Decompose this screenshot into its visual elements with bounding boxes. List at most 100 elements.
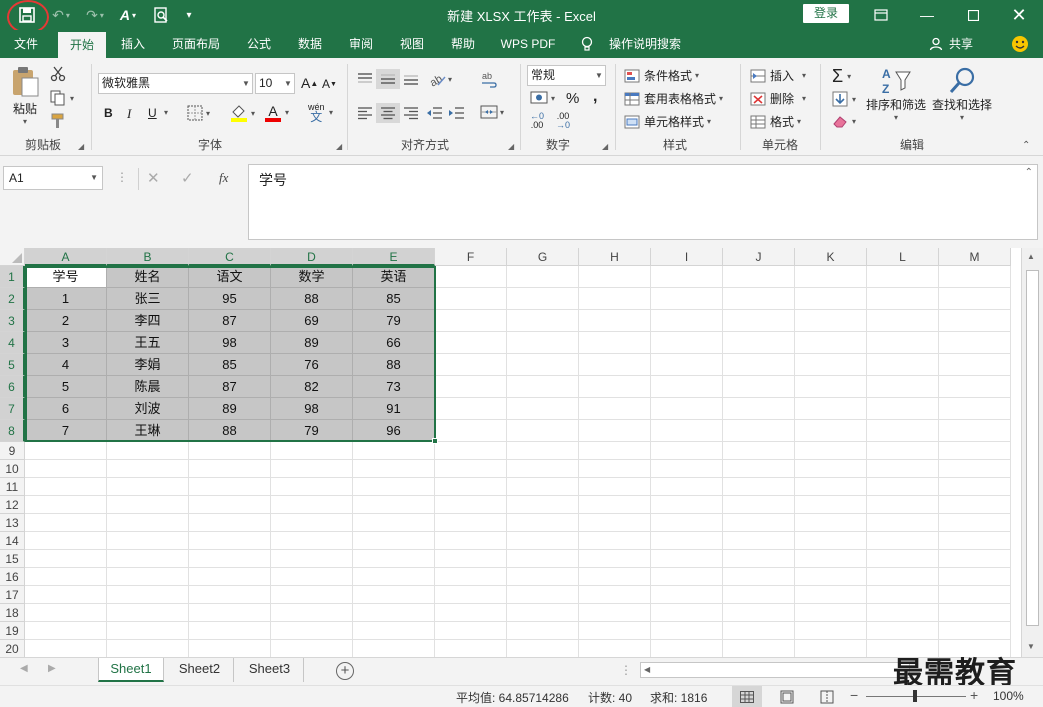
row-header[interactable]: 19: [0, 622, 25, 640]
cell-a7[interactable]: 6: [25, 398, 107, 420]
number-format-dropdown[interactable]: 常规 ▼: [527, 65, 606, 86]
tab-help[interactable]: 帮助: [442, 30, 484, 58]
cell-styles-button[interactable]: 单元格样式 ▾: [624, 113, 711, 130]
cell-k16[interactable]: [795, 568, 867, 586]
font-launcher-icon[interactable]: ◢: [336, 142, 342, 151]
cell-j7[interactable]: [723, 398, 795, 420]
cell-m11[interactable]: [939, 478, 1011, 496]
row-header[interactable]: 4: [0, 332, 25, 354]
cell-b7[interactable]: 刘波: [107, 398, 189, 420]
column-header-d[interactable]: D: [271, 248, 353, 266]
cell-e3[interactable]: 79: [353, 310, 435, 332]
row-header[interactable]: 18: [0, 604, 25, 622]
cell-d14[interactable]: [271, 532, 353, 550]
column-header-l[interactable]: L: [867, 248, 939, 266]
insert-function-icon[interactable]: fx: [219, 170, 228, 186]
cell-d8[interactable]: 79: [271, 420, 353, 442]
cell-g2[interactable]: [507, 288, 579, 310]
cell-a11[interactable]: [25, 478, 107, 496]
cell-d17[interactable]: [271, 586, 353, 604]
cell-l4[interactable]: [867, 332, 939, 354]
cell-c16[interactable]: [189, 568, 271, 586]
tab-wps-pdf[interactable]: WPS PDF: [494, 30, 562, 58]
cell-d4[interactable]: 89: [271, 332, 353, 354]
page-layout-view-icon[interactable]: [780, 690, 794, 707]
cell-k11[interactable]: [795, 478, 867, 496]
scroll-down-icon[interactable]: ▼: [1027, 642, 1035, 651]
cell-j4[interactable]: [723, 332, 795, 354]
cell-h1[interactable]: [579, 266, 651, 288]
align-middle-icon[interactable]: [376, 69, 400, 89]
cell-i7[interactable]: [651, 398, 723, 420]
cell-f18[interactable]: [435, 604, 507, 622]
font-color-dropdown-icon[interactable]: ▾: [285, 108, 289, 117]
cell-i13[interactable]: [651, 514, 723, 532]
cell-j2[interactable]: [723, 288, 795, 310]
cell-g14[interactable]: [507, 532, 579, 550]
cell-m19[interactable]: [939, 622, 1011, 640]
cell-i12[interactable]: [651, 496, 723, 514]
cell-g1[interactable]: [507, 266, 579, 288]
maximize-icon[interactable]: [950, 0, 996, 30]
cell-l7[interactable]: [867, 398, 939, 420]
cell-d5[interactable]: 76: [271, 354, 353, 376]
cell-a5[interactable]: 4: [25, 354, 107, 376]
clipboard-launcher-icon[interactable]: ◢: [78, 142, 84, 151]
cell-b18[interactable]: [107, 604, 189, 622]
scroll-sheets-right-icon[interactable]: ▶: [48, 663, 56, 674]
cell-a17[interactable]: [25, 586, 107, 604]
column-header-b[interactable]: B: [107, 248, 189, 266]
cell-i1[interactable]: [651, 266, 723, 288]
tab-formulas[interactable]: 公式: [238, 30, 280, 58]
cell-f11[interactable]: [435, 478, 507, 496]
align-right-icon[interactable]: [402, 106, 420, 120]
cell-i17[interactable]: [651, 586, 723, 604]
close-icon[interactable]: ✕: [996, 0, 1042, 30]
cell-g7[interactable]: [507, 398, 579, 420]
tab-file[interactable]: 文件: [0, 30, 52, 58]
row-header[interactable]: 11: [0, 478, 25, 496]
cell-k9[interactable]: [795, 442, 867, 460]
cell-a19[interactable]: [25, 622, 107, 640]
row-header[interactable]: 8: [0, 420, 25, 442]
cell-k1[interactable]: [795, 266, 867, 288]
tab-insert[interactable]: 插入: [112, 30, 154, 58]
column-header-i[interactable]: I: [651, 248, 723, 266]
cell-c2[interactable]: 95: [189, 288, 271, 310]
vertical-scrollbar[interactable]: ▲ ▼: [1021, 248, 1043, 657]
cell-m13[interactable]: [939, 514, 1011, 532]
cell-f5[interactable]: [435, 354, 507, 376]
cell-i6[interactable]: [651, 376, 723, 398]
cell-d15[interactable]: [271, 550, 353, 568]
cell-i11[interactable]: [651, 478, 723, 496]
cell-l12[interactable]: [867, 496, 939, 514]
cell-k7[interactable]: [795, 398, 867, 420]
cell-m4[interactable]: [939, 332, 1011, 354]
cell-g13[interactable]: [507, 514, 579, 532]
vertical-scroll-thumb[interactable]: [1026, 270, 1039, 626]
cell-h3[interactable]: [579, 310, 651, 332]
cell-k8[interactable]: [795, 420, 867, 442]
cell-f10[interactable]: [435, 460, 507, 478]
cell-b20[interactable]: [107, 640, 189, 657]
cell-k2[interactable]: [795, 288, 867, 310]
row-header[interactable]: 2: [0, 288, 25, 310]
cell-l8[interactable]: [867, 420, 939, 442]
cell-j8[interactable]: [723, 420, 795, 442]
cell-c19[interactable]: [189, 622, 271, 640]
cell-l1[interactable]: [867, 266, 939, 288]
phonetic-guide-icon[interactable]: wén 文: [308, 102, 325, 123]
collapse-ribbon-icon[interactable]: ⌃: [1022, 140, 1030, 151]
row-header[interactable]: 15: [0, 550, 25, 568]
cell-c1[interactable]: 语文: [189, 266, 271, 288]
cell-c11[interactable]: [189, 478, 271, 496]
cell-e5[interactable]: 88: [353, 354, 435, 376]
cell-e1[interactable]: 英语: [353, 266, 435, 288]
cell-m2[interactable]: [939, 288, 1011, 310]
cell-a2[interactable]: 1: [25, 288, 107, 310]
cell-d7[interactable]: 98: [271, 398, 353, 420]
tell-me-search[interactable]: 操作说明搜索: [604, 30, 686, 58]
cell-m6[interactable]: [939, 376, 1011, 398]
increase-decimal-button[interactable]: ←0.00: [530, 112, 544, 130]
cell-f6[interactable]: [435, 376, 507, 398]
